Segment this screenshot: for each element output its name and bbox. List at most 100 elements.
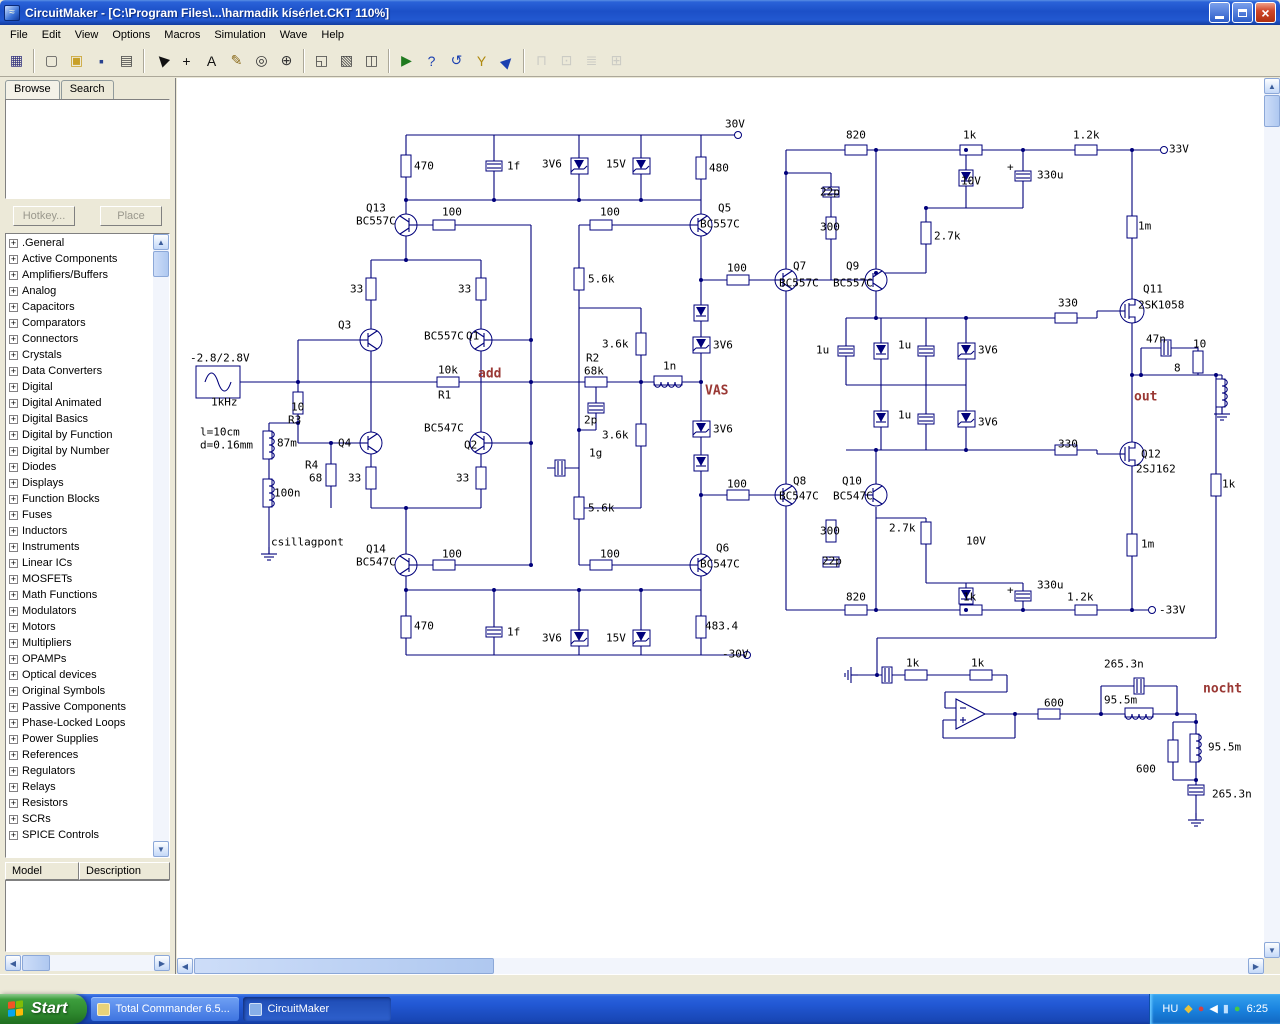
- scroll-down-icon[interactable]: ▼: [1264, 942, 1280, 958]
- resistor-1k[interactable]: [904, 669, 928, 681]
- tree-item-instruments[interactable]: Instruments: [6, 539, 153, 555]
- scroll-left-icon[interactable]: ◀: [177, 958, 193, 974]
- schematic-label[interactable]: Q7: [793, 260, 806, 273]
- schematic-label[interactable]: 470: [414, 160, 434, 173]
- tree-item-regulators[interactable]: Regulators: [6, 763, 153, 779]
- zener-15v[interactable]: [632, 157, 651, 175]
- tree-item-data-converters[interactable]: Data Converters: [6, 363, 153, 379]
- panel-hscrollbar[interactable]: ◀ ▶: [5, 955, 170, 971]
- expand-icon[interactable]: [9, 366, 18, 376]
- capacitor-1f[interactable]: [485, 626, 503, 638]
- terminal-30v[interactable]: [734, 131, 742, 139]
- scroll-right-icon[interactable]: ▶: [1248, 958, 1264, 974]
- tree-item-phase-locked-loops[interactable]: Phase-Locked Loops: [6, 715, 153, 731]
- menu-file[interactable]: File: [3, 26, 35, 44]
- schematic-label[interactable]: R2: [586, 352, 599, 365]
- expand-icon[interactable]: [9, 270, 18, 280]
- schematic-label[interactable]: 1n: [663, 360, 676, 373]
- resistor-33[interactable]: [365, 466, 377, 490]
- schematic-label[interactable]: 15V: [606, 158, 626, 171]
- expand-icon[interactable]: [9, 702, 18, 712]
- diode[interactable]: [693, 304, 709, 322]
- expand-icon[interactable]: [9, 238, 18, 248]
- schematic-label[interactable]: 100: [727, 262, 747, 275]
- resistor-2.7k[interactable]: [920, 521, 932, 545]
- expand-icon[interactable]: [9, 782, 18, 792]
- resistor-2.7k[interactable]: [920, 221, 932, 245]
- resistor-600[interactable]: [1037, 708, 1061, 720]
- resistor-r1-10k[interactable]: [436, 376, 460, 388]
- capacitor[interactable]: [881, 666, 893, 684]
- tree-item-scrs[interactable]: SCRs: [6, 811, 153, 827]
- resistor-100[interactable]: [726, 274, 750, 286]
- expand-icon[interactable]: [9, 318, 18, 328]
- schematic-label[interactable]: 330: [1058, 297, 1078, 310]
- schematic-label[interactable]: Q12: [1141, 448, 1161, 461]
- tree-item-opamps[interactable]: OPAMPs: [6, 651, 153, 667]
- tree-item-digital-animated[interactable]: Digital Animated: [6, 395, 153, 411]
- terminal-minus-33v[interactable]: [1148, 606, 1156, 614]
- zener-3v6[interactable]: [570, 157, 589, 175]
- messenger-icon[interactable]: ●: [1234, 1003, 1241, 1015]
- tree-item-active-components[interactable]: Active Components: [6, 251, 153, 267]
- schematic-label[interactable]: d=0.16mm: [200, 439, 253, 452]
- expand-icon[interactable]: [9, 462, 18, 472]
- resistor-5.6k[interactable]: [573, 267, 585, 291]
- resistor-33[interactable]: [475, 466, 487, 490]
- scroll-left-icon[interactable]: ◀: [5, 955, 21, 971]
- schematic-label[interactable]: 3.6k: [602, 429, 629, 442]
- schematic-label[interactable]: 1f: [507, 626, 520, 639]
- language-indicator[interactable]: HU: [1162, 1003, 1178, 1015]
- tree-item--general[interactable]: .General: [6, 235, 153, 251]
- place-button[interactable]: Place: [100, 206, 162, 226]
- resistor-r4-68[interactable]: [325, 463, 337, 487]
- schematic-label[interactable]: 8: [1174, 362, 1181, 375]
- schematic-label[interactable]: l=10cm: [200, 426, 240, 439]
- expand-icon[interactable]: [9, 574, 18, 584]
- schematic-label[interactable]: -33V: [1159, 604, 1186, 617]
- expand-icon[interactable]: [9, 622, 18, 632]
- schematic-label[interactable]: 820: [846, 591, 866, 604]
- schematic-label[interactable]: 3.6k: [602, 338, 629, 351]
- menu-help[interactable]: Help: [314, 26, 351, 44]
- schematic-label[interactable]: 1k: [1222, 478, 1236, 491]
- split-wave-icon[interactable]: ◫: [359, 49, 384, 73]
- capacitor-1u[interactable]: [917, 413, 935, 425]
- expand-icon[interactable]: [9, 446, 18, 456]
- save-icon[interactable]: ▪: [89, 49, 114, 73]
- schematic-label[interactable]: 87m: [277, 437, 297, 450]
- tree-item-analog[interactable]: Analog: [6, 283, 153, 299]
- resistor-600[interactable]: [1167, 739, 1179, 763]
- speaker-coil[interactable]: [1215, 378, 1228, 408]
- tree-item-linear-ics[interactable]: Linear ICs: [6, 555, 153, 571]
- inductor-95.5m[interactable]: [1124, 707, 1154, 720]
- capacitor-1f[interactable]: [485, 160, 503, 172]
- run-simulation-icon[interactable]: ▶: [394, 49, 419, 73]
- expand-icon[interactable]: [9, 750, 18, 760]
- schematic-label[interactable]: 2SK1058: [1138, 299, 1184, 312]
- schematic-label[interactable]: 3V6: [978, 416, 998, 429]
- tree-item-passive-components[interactable]: Passive Components: [6, 699, 153, 715]
- schematic-label[interactable]: out: [1134, 390, 1157, 405]
- expand-icon[interactable]: [9, 558, 18, 568]
- schematic-label[interactable]: 10V: [966, 535, 986, 548]
- model-tab[interactable]: Model: [5, 862, 79, 880]
- schematic-label[interactable]: 10k: [438, 364, 458, 377]
- schematic-label[interactable]: 1m: [1138, 220, 1152, 233]
- schematic-label[interactable]: 100: [600, 206, 620, 219]
- schematic-label[interactable]: 600: [1044, 697, 1064, 710]
- zener-3v6[interactable]: [692, 336, 711, 354]
- tree-item-connectors[interactable]: Connectors: [6, 331, 153, 347]
- menu-macros[interactable]: Macros: [157, 26, 207, 44]
- tree-item-digital-by-function[interactable]: Digital by Function: [6, 427, 153, 443]
- zener-15v[interactable]: [632, 629, 651, 647]
- resistor-1.2k[interactable]: [1074, 604, 1098, 616]
- schematic-label[interactable]: 600: [1136, 763, 1156, 776]
- schematic-label[interactable]: BC547C: [779, 490, 819, 503]
- schematic-label[interactable]: 33: [456, 472, 469, 485]
- transistor-q14[interactable]: [395, 554, 417, 576]
- tree-item-multipliers[interactable]: Multipliers: [6, 635, 153, 651]
- canvas-vscrollbar[interactable]: ▲ ▼: [1264, 78, 1280, 958]
- schematic-label[interactable]: 22p: [820, 186, 840, 199]
- expand-icon[interactable]: [9, 830, 18, 840]
